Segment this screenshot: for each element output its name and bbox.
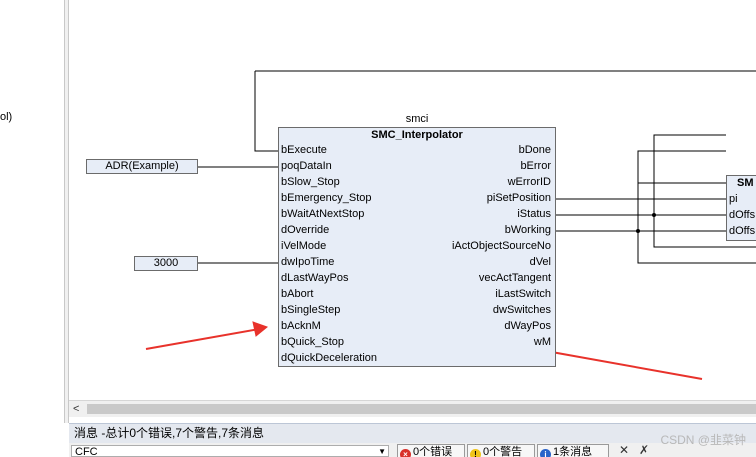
second-function-block[interactable]: SM pi dOffs dOffs: [726, 175, 756, 241]
filter-errors-button[interactable]: × 0个错误: [397, 444, 465, 457]
fb2-pin-doffs-1: dOffs: [729, 209, 756, 221]
input-pin-backnm[interactable]: bAcknM: [281, 320, 321, 332]
error-icon: ×: [400, 449, 411, 457]
output-pin-berror[interactable]: bError: [520, 160, 551, 172]
output-pin-pisetposition[interactable]: piSetPosition: [487, 192, 551, 204]
constant-3000[interactable]: 3000: [134, 256, 198, 271]
cfc-editor-canvas[interactable]: smci SMC_Interpolator bExecute poqDataIn b…: [69, 0, 756, 400]
output-pin-istatus[interactable]: iStatus: [517, 208, 551, 220]
red-arrow-left-head: [252, 321, 269, 337]
input-pin-dwipotime[interactable]: dwIpoTime: [281, 256, 334, 268]
output-pin-ilastswitch[interactable]: iLastSwitch: [495, 288, 551, 300]
left-pane: ol): [0, 0, 64, 457]
info-icon: i: [540, 449, 551, 457]
errors-label: 0个错误: [413, 446, 453, 457]
messages-label: 1条消息: [553, 446, 593, 457]
left-pane-fragment: ol): [0, 111, 13, 123]
output-pin-dwswitches[interactable]: dwSwitches: [493, 304, 551, 316]
scroll-thumb[interactable]: [87, 404, 756, 414]
output-pin-dwaypos[interactable]: dWayPos: [504, 320, 551, 332]
clear-icon[interactable]: ✕: [619, 443, 629, 457]
input-pin-bwaitatnextstop[interactable]: bWaitAtNextStop: [281, 208, 364, 220]
message-toolbar: CFC ▼ × 0个错误 ! 0个警告 i 1条消息 ✕ ✗: [69, 443, 756, 457]
message-source-combo[interactable]: CFC ▼: [71, 445, 389, 457]
chevron-down-icon: ▼: [378, 447, 386, 456]
input-pin-dlastwaypos[interactable]: dLastWayPos: [281, 272, 348, 284]
junction-dot-istatus: [652, 213, 656, 217]
output-pin-bdone[interactable]: bDone: [519, 144, 551, 156]
output-pin-bworking[interactable]: bWorking: [505, 224, 551, 236]
output-pin-dvel[interactable]: dVel: [530, 256, 551, 268]
wire-to-bexecute: [254, 71, 278, 152]
fb-instance-name: smci: [405, 113, 429, 125]
output-pin-iactobjectsourceno[interactable]: iActObjectSourceNo: [452, 240, 551, 252]
output-pin-vecacttangent[interactable]: vecActTangent: [479, 272, 551, 284]
output-pin-werrorid[interactable]: wErrorID: [508, 176, 551, 188]
input-pin-babort[interactable]: bAbort: [281, 288, 313, 300]
scroll-left-arrow[interactable]: <: [73, 401, 79, 417]
input-pin-bsinglestep[interactable]: bSingleStep: [281, 304, 340, 316]
constant-adr-example[interactable]: ADR(Example): [86, 159, 198, 174]
input-pin-poqdatain[interactable]: poqDataIn: [281, 160, 332, 172]
junction-dot-bworking: [636, 229, 640, 233]
input-pin-bexecute[interactable]: bExecute: [281, 144, 327, 156]
red-arrow-left-shaft: [145, 328, 260, 350]
fb2-title: SM: [737, 177, 754, 189]
filter-warnings-button[interactable]: ! 0个警告: [467, 444, 535, 457]
fb-type-title: SMC_Interpolator: [371, 129, 463, 141]
csdn-watermark: CSDN @韭菜钟: [660, 433, 746, 447]
fb2-pin-doffs-2: dOffs: [729, 225, 756, 237]
warning-icon: !: [470, 449, 481, 457]
clear-all-icon[interactable]: ✗: [639, 443, 649, 457]
input-pin-dquickdeceleration[interactable]: dQuickDeceleration: [281, 352, 377, 364]
input-pin-bslow_stop[interactable]: bSlow_Stop: [281, 176, 340, 188]
fb2-pin-pi: pi: [729, 193, 738, 205]
message-summary-text: 消息 -总计0个错误,7个警告,7条消息: [74, 426, 265, 440]
output-pin-wm[interactable]: wM: [534, 336, 551, 348]
warnings-label: 0个警告: [483, 446, 523, 457]
filter-messages-button[interactable]: i 1条消息: [537, 444, 609, 457]
input-pin-doverride[interactable]: dOverride: [281, 224, 329, 236]
wire-top-loop: [255, 70, 756, 72]
message-summary-bar: 消息 -总计0个错误,7个警告,7条消息: [69, 423, 756, 443]
smc-interpolator-block[interactable]: SMC_Interpolator bExecute poqDataIn bSlow_…: [278, 127, 556, 367]
horizontal-scrollbar[interactable]: <: [69, 400, 756, 417]
input-pin-ivelmode[interactable]: iVelMode: [281, 240, 326, 252]
input-pin-bquick_stop[interactable]: bQuick_Stop: [281, 336, 344, 348]
combo-value: CFC: [75, 446, 98, 457]
input-pin-bemergency_stop[interactable]: bEmergency_Stop: [281, 192, 372, 204]
